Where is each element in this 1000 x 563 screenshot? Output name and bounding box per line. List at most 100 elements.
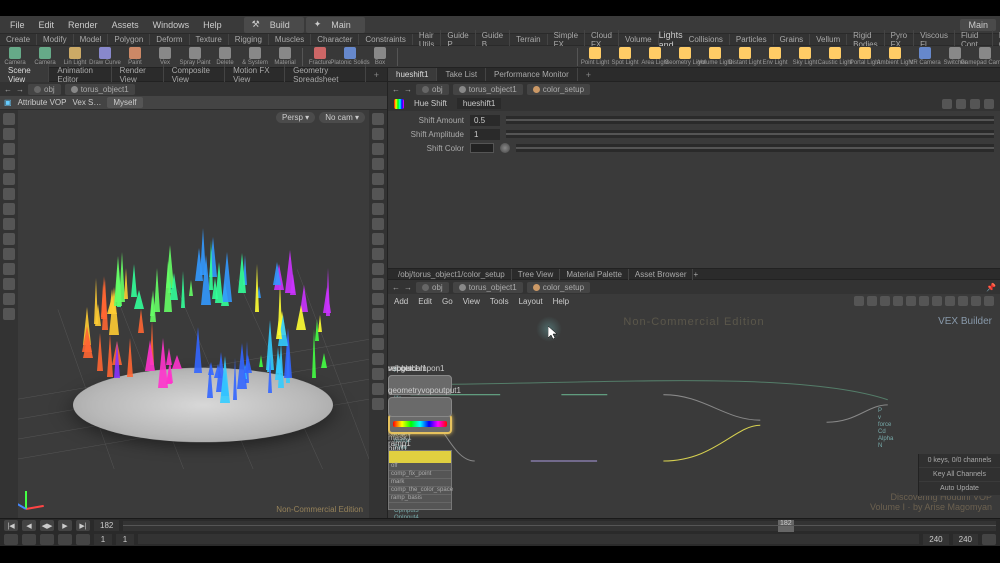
shelf-tab[interactable]: Create: [0, 34, 37, 45]
menu-assets[interactable]: Assets: [106, 18, 145, 32]
path-item[interactable]: torus_object1: [453, 84, 523, 95]
net-tool-icon[interactable]: [867, 296, 877, 306]
path-item[interactable]: torus_object1: [453, 282, 523, 293]
display-tool-icon[interactable]: [372, 158, 384, 170]
play-button[interactable]: ▶: [58, 520, 72, 531]
display-tool-icon[interactable]: [372, 173, 384, 185]
range-toggle-icon[interactable]: [76, 534, 90, 545]
shelf-tool-light[interactable]: Ambient Light: [880, 46, 910, 68]
net-menu[interactable]: Go: [442, 297, 453, 306]
tool-icon[interactable]: [3, 278, 15, 290]
display-tool-icon[interactable]: [372, 308, 384, 320]
path-home[interactable]: obj: [416, 84, 449, 95]
prev-frame-button[interactable]: ◀: [22, 520, 36, 531]
shelf-tab[interactable]: Terrain: [510, 34, 547, 45]
range-end[interactable]: 240: [923, 534, 948, 545]
tool-icon[interactable]: [3, 308, 15, 320]
shelf-tool-light[interactable]: Point Light: [580, 46, 610, 68]
param-slider[interactable]: [506, 116, 994, 124]
menu-windows[interactable]: Windows: [147, 18, 196, 32]
shelf-tool-light[interactable]: Env Light: [760, 46, 790, 68]
shelf-tool[interactable]: Box: [365, 46, 395, 68]
shelf-tab[interactable]: Modify: [37, 34, 74, 45]
path-home[interactable]: obj: [416, 282, 449, 293]
brush-tool-icon[interactable]: [3, 203, 15, 215]
param-value[interactable]: 0.5: [470, 115, 500, 126]
shelf-tool-light[interactable]: Gamepad Camera: [970, 46, 1000, 68]
net-tool-icon[interactable]: [984, 296, 994, 306]
node-tab[interactable]: Tree View: [512, 269, 561, 280]
loop-toggle-icon[interactable]: [22, 534, 36, 545]
display-tool-icon[interactable]: [372, 248, 384, 260]
desktop-main[interactable]: ✦ Main: [306, 17, 365, 33]
nav-fwd-icon[interactable]: →: [16, 85, 24, 94]
help-icon[interactable]: [956, 99, 966, 109]
play-back-button[interactable]: ◀▶: [40, 520, 54, 531]
realtime-toggle-icon[interactable]: [4, 534, 18, 545]
viewport-persp[interactable]: Persp ▾: [276, 112, 315, 123]
current-frame[interactable]: 182: [94, 520, 119, 531]
gear-icon[interactable]: [942, 99, 952, 109]
display-tool-icon[interactable]: [372, 263, 384, 275]
attr-context[interactable]: Myself: [107, 97, 142, 108]
lasso-tool-icon[interactable]: [3, 188, 15, 200]
pane-tab[interactable]: hueshift1: [388, 68, 437, 81]
node-tab[interactable]: Asset Browser: [629, 269, 694, 280]
net-menu[interactable]: Help: [553, 297, 569, 306]
auto-update-button[interactable]: Auto Update: [919, 482, 1000, 496]
nav-back-icon[interactable]: ←: [4, 85, 12, 94]
color-picker-icon[interactable]: [500, 143, 510, 153]
shelf-tool-light[interactable]: Volume Light: [700, 46, 730, 68]
net-tool-icon[interactable]: [932, 296, 942, 306]
display-tool-icon[interactable]: [372, 218, 384, 230]
last-frame-button[interactable]: ▶|: [76, 520, 90, 531]
net-tool-icon[interactable]: [906, 296, 916, 306]
shelf-tab[interactable]: Constraints: [359, 34, 412, 45]
tool-icon[interactable]: [3, 263, 15, 275]
node-tab[interactable]: Material Palette: [560, 269, 629, 280]
menu-file[interactable]: File: [4, 18, 31, 32]
key-all-button[interactable]: Key All Channels: [919, 468, 1000, 482]
param-name[interactable]: hueshift1: [457, 98, 501, 109]
net-tool-icon[interactable]: [958, 296, 968, 306]
display-tool-icon[interactable]: [372, 278, 384, 290]
net-menu[interactable]: Tools: [490, 297, 509, 306]
display-tool-icon[interactable]: [372, 323, 384, 335]
range-lastend[interactable]: 240: [953, 534, 978, 545]
display-tool-icon[interactable]: [372, 188, 384, 200]
viewport-3d[interactable]: Persp ▾ No cam ▾: [18, 110, 369, 518]
select-tool-icon[interactable]: [3, 113, 15, 125]
add-tab-icon[interactable]: +: [366, 68, 387, 82]
range-track[interactable]: [138, 534, 919, 544]
nav-fwd-icon[interactable]: →: [404, 283, 412, 292]
desktop-build[interactable]: ⚒ Build: [244, 17, 304, 33]
add-tab-icon[interactable]: +: [578, 68, 599, 82]
snap-tool-icon[interactable]: [3, 248, 15, 260]
shelf-tab[interactable]: Collisions: [683, 34, 730, 45]
display-tool-icon[interactable]: [372, 353, 384, 365]
range-start[interactable]: 1: [94, 534, 112, 545]
net-tool-icon[interactable]: [854, 296, 864, 306]
shelf-tool-light[interactable]: Sky Light: [790, 46, 820, 68]
display-tool-icon[interactable]: [372, 113, 384, 125]
pin-icon[interactable]: [984, 99, 994, 109]
node-ramp[interactable]: ramp ramp1 off comp_fix_point mark comp_…: [388, 428, 452, 510]
net-menu[interactable]: Add: [394, 297, 408, 306]
path-item[interactable]: color_setup: [527, 282, 590, 293]
color-swatch[interactable]: [470, 143, 494, 153]
pin-icon[interactable]: 📌: [986, 283, 996, 292]
display-tool-icon[interactable]: [372, 338, 384, 350]
shelf-tool-light[interactable]: Spot Light: [610, 46, 640, 68]
param-value[interactable]: 1: [470, 129, 500, 140]
add-tab-icon[interactable]: +: [693, 270, 698, 279]
menu-render[interactable]: Render: [62, 18, 104, 32]
search-icon[interactable]: [970, 99, 980, 109]
paint-tool-icon[interactable]: [3, 218, 15, 230]
move-tool-icon[interactable]: [3, 128, 15, 140]
net-tool-icon[interactable]: [880, 296, 890, 306]
net-menu[interactable]: Edit: [418, 297, 432, 306]
net-tool-icon[interactable]: [893, 296, 903, 306]
shelf-tab[interactable]: Particles: [730, 34, 774, 45]
node-output[interactable]: geometryvopoutput1: [388, 386, 461, 417]
nav-fwd-icon[interactable]: →: [404, 85, 412, 94]
